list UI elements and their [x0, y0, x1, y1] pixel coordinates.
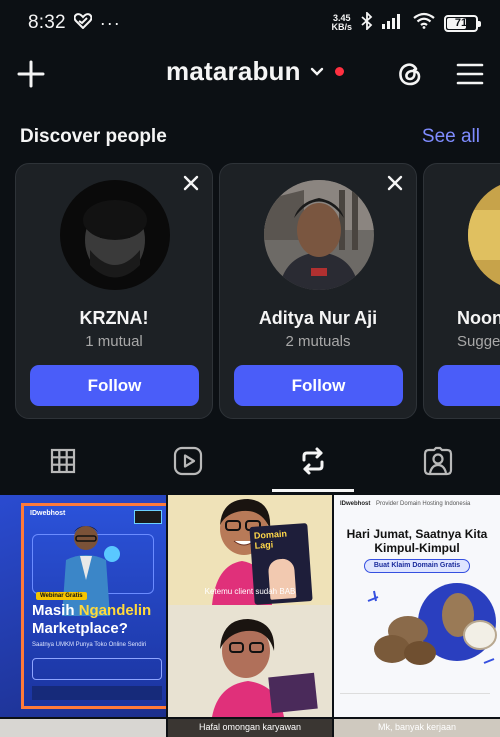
post-footer: [340, 693, 490, 707]
grid-post[interactable]: IDwebhost Provider Domain Hosting Indone…: [334, 495, 500, 717]
suggested-people-carousel[interactable]: KRZNA! 1 mutual Follow Aditya Nur Aji 2 …: [0, 163, 500, 421]
threads-button[interactable]: [390, 54, 430, 94]
more-notifications-icon: ···: [99, 12, 121, 33]
notification-dot: [334, 67, 344, 76]
reels-icon: [173, 446, 202, 476]
create-button[interactable]: [14, 54, 48, 94]
dismiss-suggestion-button[interactable]: [180, 172, 202, 194]
suggested-user-name: Aditya Nur Aji: [258, 308, 378, 328]
follow-button[interactable]: Follow: [234, 365, 403, 406]
tab-reels[interactable]: [125, 431, 250, 491]
brand-tagline: Provider Domain Hosting Indonesia: [376, 501, 471, 507]
tab-posts-grid[interactable]: [0, 431, 125, 491]
battery-level: 71: [454, 17, 468, 29]
held-item: [268, 672, 318, 714]
grid-post[interactable]: [0, 719, 166, 737]
see-all-link[interactable]: See all: [422, 126, 480, 148]
status-left: 8:32 ···: [28, 12, 121, 34]
tagged-icon: [423, 446, 452, 476]
signal-icon: [382, 13, 404, 34]
event-logo-box: [134, 510, 162, 524]
suggested-user-name: KRZNA!: [79, 308, 149, 328]
suggestion-card: Noon Sugge F: [423, 163, 500, 419]
suggestion-card: KRZNA! 1 mutual Follow: [15, 163, 213, 419]
tab-tagged[interactable]: [375, 431, 500, 491]
close-icon: [387, 175, 403, 191]
mutual-count: 2 mutuals: [285, 333, 351, 350]
plus-icon: [17, 60, 45, 88]
avatar[interactable]: [468, 180, 500, 290]
close-icon: [183, 175, 199, 191]
dismiss-suggestion-button[interactable]: [384, 172, 406, 194]
post-panel-top: Domain Lagi Ketemu client sudah BAB: [168, 495, 332, 605]
post-headline-line2: Marketplace?: [32, 620, 128, 637]
status-right: 3.45 KB/s 71: [331, 10, 481, 35]
taro-illustration: [367, 590, 497, 665]
account-switcher[interactable]: matarabun: [166, 56, 344, 87]
avatar[interactable]: [60, 180, 170, 290]
post-headline: Hari Jumat, Saatnya Kita Kimpul-Kimpul: [346, 527, 488, 555]
bluetooth-icon: [361, 10, 373, 35]
verified-heart-icon: [73, 12, 93, 34]
post-subline: Saatnya UMKM Punya Toko Online Sendiri: [32, 642, 147, 648]
post-brand: IDwebhost Provider Domain Hosting Indone…: [340, 501, 470, 507]
suggested-user-name: Noon: [457, 308, 500, 328]
post-headline: Masih Ngandelin: [32, 602, 151, 619]
profile-username: matarabun: [166, 56, 301, 86]
network-speed-unit: KB/s: [331, 22, 352, 32]
event-info-box: [32, 658, 162, 680]
profile-content-tabs: [0, 431, 500, 493]
post-footer-bar: [32, 686, 162, 700]
post-brand: IDwebhost: [30, 510, 66, 517]
wifi-icon: [413, 12, 435, 34]
webinar-badge: Webinar Gratis: [36, 592, 87, 600]
grid-post[interactable]: Hafal omongan karyawan: [168, 719, 332, 737]
avatar[interactable]: [264, 180, 374, 290]
profile-top-bar: matarabun: [0, 46, 500, 102]
selected-tab-indicator: [272, 489, 354, 492]
grid-post[interactable]: IDwebhost Webinar Gratis Masih Ngandelin…: [0, 495, 166, 717]
grid-post[interactable]: Domain Lagi Ketemu client sudah BAB: [168, 495, 332, 717]
grid-post[interactable]: Mk, banyak kerjaan: [334, 719, 500, 737]
menu-button[interactable]: [452, 54, 488, 94]
headline-highlight: Ngandelin: [78, 602, 152, 619]
discover-people-header: Discover people See all: [20, 124, 480, 150]
hamburger-menu-icon: [456, 63, 484, 85]
mutual-count: 1 mutual: [85, 333, 143, 350]
post-caption: Ketemu client sudah BAB: [204, 587, 296, 596]
post-caption: Hafal omongan karyawan: [198, 722, 302, 732]
suggestion-card: Aditya Nur Aji 2 mutuals Follow: [219, 163, 417, 419]
follow-button[interactable]: F: [438, 365, 500, 406]
tab-reposts[interactable]: [250, 431, 375, 491]
follow-button[interactable]: Follow: [30, 365, 199, 406]
brand-name: IDwebhost: [340, 501, 371, 507]
claim-domain-badge: Buat Klaim Domain Gratis: [364, 559, 470, 573]
network-speed: 3.45 KB/s: [331, 14, 352, 32]
grid-icon: [50, 448, 75, 474]
reposts-icon: [302, 447, 323, 475]
discover-people-title: Discover people: [20, 126, 167, 147]
threads-icon: [399, 63, 421, 86]
post-caption: Mk, banyak kerjaan: [377, 722, 457, 732]
chevron-down-icon: [310, 67, 323, 76]
headline-word: Masih: [32, 602, 75, 619]
suggestion-reason: Sugge: [457, 333, 500, 350]
post-frame: IDwebhost Webinar Gratis Masih Ngandelin…: [21, 503, 166, 709]
status-bar: 8:32 ··· 3.45 KB/s 71: [0, 0, 500, 46]
clock: 8:32: [28, 12, 66, 33]
post-panel-bottom: [168, 605, 332, 717]
battery-icon: 71: [444, 14, 481, 32]
reposts-grid: IDwebhost Webinar Gratis Masih Ngandelin…: [0, 495, 500, 737]
sign-text: Domain Lagi: [253, 528, 288, 551]
